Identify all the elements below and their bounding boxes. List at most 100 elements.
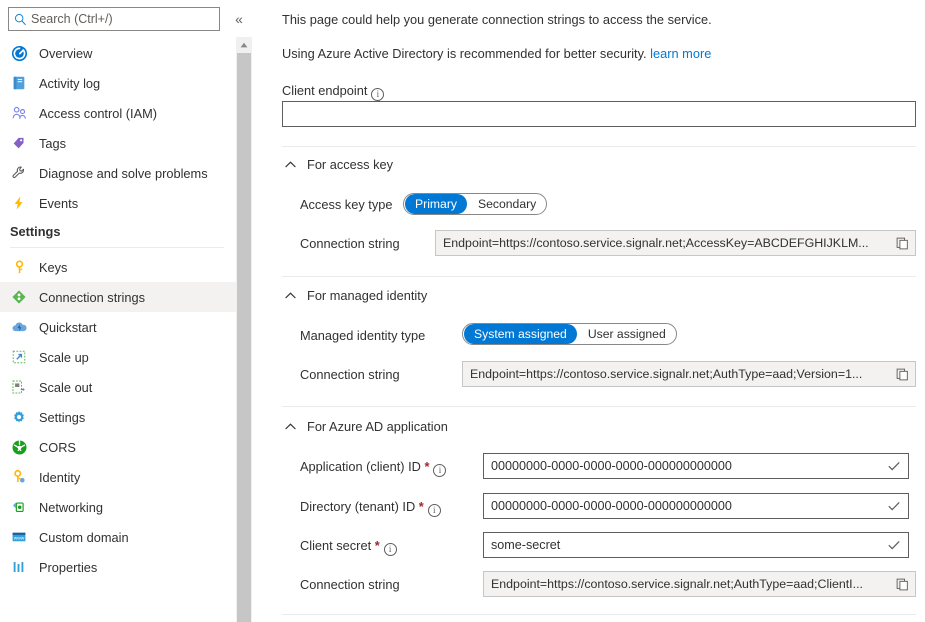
section-header-azure-ad-application[interactable]: For Azure AD application (282, 418, 448, 434)
section-header-managed-identity[interactable]: For managed identity (282, 287, 427, 303)
sidebar-nav-list: Overview Activity log (0, 38, 236, 582)
scale-out-icon (10, 378, 28, 396)
sidebar-item-properties[interactable]: Properties (0, 552, 236, 582)
sidebar-divider (10, 247, 224, 248)
sidebar-item-quickstart[interactable]: Quickstart (0, 312, 236, 342)
sidebar-item-label: Connection strings (39, 290, 145, 305)
sidebar-item-label: Scale up (39, 350, 89, 365)
networking-icon (10, 498, 28, 516)
sidebar-item-identity[interactable]: Identity (0, 462, 236, 492)
search-icon (9, 13, 31, 26)
chevron-up-icon (282, 418, 298, 434)
client-endpoint-label-text: Client endpoint (282, 83, 367, 98)
client-endpoint-label: Client endpoint i (282, 83, 384, 101)
client-secret-input[interactable] (483, 532, 909, 558)
directory-tenant-id-label-text: Directory (tenant) ID (300, 499, 415, 514)
key-icon (10, 258, 28, 276)
quickstart-icon (10, 318, 28, 336)
copy-icon[interactable] (891, 363, 913, 385)
directory-tenant-id-label: Directory (tenant) ID * i (300, 499, 441, 517)
connection-string-value: Endpoint=https://contoso.service.signalr… (470, 367, 891, 381)
chevron-up-icon (282, 156, 298, 172)
access-control-icon (10, 104, 28, 122)
required-asterisk: * (419, 499, 424, 514)
sidebar-item-label: Overview (39, 46, 92, 61)
section-title: For access key (307, 157, 393, 172)
directory-tenant-id-input[interactable] (483, 493, 909, 519)
section-header-access-key[interactable]: For access key (282, 156, 393, 172)
sidebar-item-label: Networking (39, 500, 103, 515)
search-box[interactable] (8, 7, 220, 31)
sidebar-item-connection-strings[interactable]: Connection strings (0, 282, 236, 312)
copy-icon[interactable] (891, 232, 913, 254)
wrench-icon (10, 164, 28, 182)
properties-icon (10, 558, 28, 576)
required-asterisk: * (424, 459, 429, 474)
sidebar-item-label: CORS (39, 440, 76, 455)
section-title: For managed identity (307, 288, 427, 303)
sidebar-scrollbar-thumb[interactable] (237, 53, 251, 622)
aad-connection-string-field[interactable]: Endpoint=https://contoso.service.signalr… (483, 571, 916, 597)
sidebar-item-label: Scale out (39, 380, 92, 395)
sidebar-item-keys[interactable]: Keys (0, 252, 236, 282)
managed-identity-connection-string-field[interactable]: Endpoint=https://contoso.service.signalr… (462, 361, 916, 387)
svg-text:www: www (14, 537, 25, 542)
connection-string-value: Endpoint=https://contoso.service.signalr… (491, 577, 891, 591)
managed-identity-type-toggle[interactable]: System assigned User assigned (462, 323, 677, 345)
sidebar-item-label: Events (39, 196, 78, 211)
sidebar-item-diagnose-and-solve-problems[interactable]: Diagnose and solve problems (0, 158, 236, 188)
info-icon[interactable]: i (433, 464, 446, 477)
pill-option-secondary[interactable]: Secondary (468, 194, 546, 214)
access-key-type-toggle[interactable]: Primary Secondary (403, 193, 547, 215)
access-key-connection-string-field[interactable]: Endpoint=https://contoso.service.signalr… (435, 230, 916, 256)
managed-identity-conn-string-label: Connection string (300, 367, 400, 382)
intro-line-2-text: Using Azure Active Directory is recommen… (282, 46, 650, 61)
sidebar-item-networking[interactable]: Networking (0, 492, 236, 522)
info-icon[interactable]: i (428, 504, 441, 517)
collapse-sidebar-button[interactable]: « (228, 8, 250, 30)
sidebar-item-label: Properties (39, 560, 97, 575)
aad-conn-string-label: Connection string (300, 577, 400, 592)
info-icon[interactable]: i (384, 543, 397, 556)
custom-domain-icon: www (10, 528, 28, 546)
connection-string-value: Endpoint=https://contoso.service.signalr… (443, 236, 891, 250)
access-key-type-label: Access key type (300, 197, 392, 212)
sidebar-item-label: Keys (39, 260, 67, 275)
identity-icon (10, 468, 28, 486)
client-endpoint-input[interactable] (282, 101, 916, 127)
sidebar-item-cors[interactable]: CORS (0, 432, 236, 462)
application-client-id-label: Application (client) ID * i (300, 459, 446, 477)
tags-icon (10, 134, 28, 152)
sidebar-group-settings: Settings (0, 218, 236, 244)
sidebar-item-scale-up[interactable]: Scale up (0, 342, 236, 372)
access-key-conn-string-label: Connection string (300, 236, 400, 251)
sidebar-item-tags[interactable]: Tags (0, 128, 236, 158)
application-client-id-input[interactable] (483, 453, 909, 479)
copy-icon[interactable] (891, 573, 913, 595)
sidebar-item-activity-log[interactable]: Activity log (0, 68, 236, 98)
sidebar-item-access-control[interactable]: Access control (IAM) (0, 98, 236, 128)
pill-option-user-assigned[interactable]: User assigned (578, 324, 676, 344)
azure-portal-connection-strings-page: « Overview (0, 0, 925, 622)
sidebar-item-label: Access control (IAM) (39, 106, 157, 121)
activity-log-icon (10, 74, 28, 92)
pill-option-system-assigned[interactable]: System assigned (464, 324, 577, 344)
sidebar-item-overview[interactable]: Overview (0, 38, 236, 68)
scroll-up-arrow-icon[interactable] (236, 37, 252, 53)
intro-line-2: Using Azure Active Directory is recommen… (282, 46, 711, 61)
section-divider (282, 276, 916, 277)
gear-icon (10, 408, 28, 426)
learn-more-link[interactable]: learn more (650, 46, 711, 61)
sidebar-item-label: Identity (39, 470, 80, 485)
sidebar-item-settings[interactable]: Settings (0, 402, 236, 432)
info-icon[interactable]: i (371, 88, 384, 101)
sidebar-item-events[interactable]: Events (0, 188, 236, 218)
sidebar-item-label: Activity log (39, 76, 100, 91)
sidebar-item-scale-out[interactable]: Scale out (0, 372, 236, 402)
sidebar-item-custom-domain[interactable]: www Custom domain (0, 522, 236, 552)
pill-option-primary[interactable]: Primary (405, 194, 467, 214)
search-input[interactable] (31, 12, 213, 26)
chevron-up-icon (282, 287, 298, 303)
application-client-id-label-text: Application (client) ID (300, 459, 421, 474)
main-content-pane: This page could help you generate connec… (260, 0, 925, 622)
